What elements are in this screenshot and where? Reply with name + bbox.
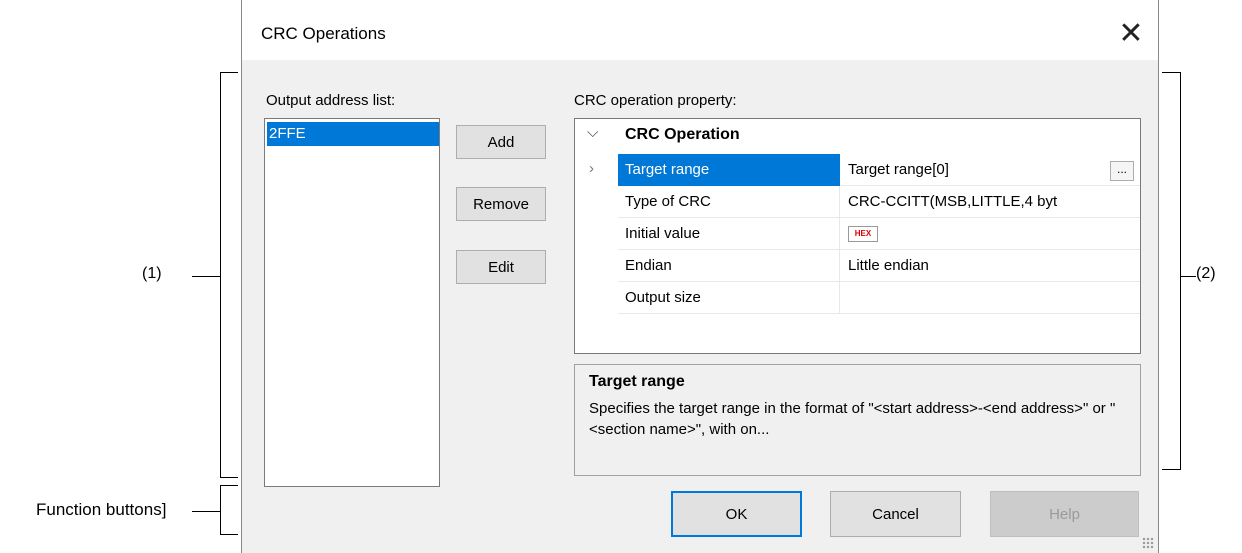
annotation-2-bracket-bottom (1162, 469, 1180, 470)
annotation-function-bracket-top (220, 485, 238, 486)
property-value[interactable]: CRC-CCITT(MSB,LITTLE,4 byt (840, 186, 1140, 218)
close-icon[interactable]: ✕ (1114, 17, 1148, 51)
property-row-initial-value[interactable]: Initial value HEX (575, 218, 1140, 250)
add-button[interactable]: Add (456, 125, 546, 159)
annotation-1-line (192, 276, 220, 277)
property-value[interactable] (840, 282, 1140, 314)
property-name[interactable]: Output size (618, 282, 840, 314)
property-name[interactable]: Initial value (618, 218, 840, 250)
cancel-button[interactable]: Cancel (830, 491, 961, 537)
annotation-function-bracket-bottom (220, 534, 238, 535)
ok-button[interactable]: OK (671, 491, 802, 537)
property-description-panel: Target range Specifies the target range … (574, 364, 1141, 476)
list-item[interactable]: 2FFE (267, 122, 439, 146)
output-address-list-label: Output address list: (266, 92, 396, 109)
annotation-2: (2) (1196, 265, 1216, 282)
title-bar: CRC Operations ✕ (242, 0, 1158, 60)
property-name[interactable]: Endian (618, 250, 840, 282)
annotation-2-bracket (1180, 72, 1181, 470)
remove-button[interactable]: Remove (456, 187, 546, 221)
hex-icon: HEX (848, 226, 878, 243)
description-text: Specifies the target range in the format… (589, 400, 1116, 438)
crc-operations-dialog: CRC Operations ✕ Output address list: 2F… (241, 0, 1159, 553)
category-label: CRC Operation (625, 126, 740, 143)
dialog-title: CRC Operations (261, 24, 386, 43)
annotation-1: (1) (142, 265, 162, 282)
ellipsis-button[interactable]: ... (1110, 161, 1134, 181)
annotation-1-bracket (220, 72, 221, 478)
annotation-function-line (192, 511, 220, 512)
chevron-right-icon[interactable]: › (589, 160, 594, 177)
target-range-value: Target range[0] (848, 161, 949, 178)
property-row-endian[interactable]: Endian Little endian (575, 250, 1140, 282)
description-title: Target range (589, 373, 685, 390)
property-row-output-size[interactable]: Output size (575, 282, 1140, 314)
annotation-function-buttons: Function buttons] (36, 500, 167, 519)
edit-button[interactable]: Edit (456, 250, 546, 284)
property-name[interactable]: Type of CRC (618, 186, 840, 218)
property-name[interactable]: Target range (618, 154, 840, 186)
annotation-2-line (1180, 276, 1196, 277)
property-value[interactable]: HEX (840, 218, 1140, 250)
property-grid: ⌵ CRC Operation › Target range Target ra… (574, 118, 1141, 354)
property-row-target-range[interactable]: › Target range Target range[0] ... (575, 154, 1140, 186)
resize-grip-icon[interactable] (1142, 537, 1154, 549)
annotation-2-bracket-top (1162, 72, 1180, 73)
category-row[interactable]: ⌵ CRC Operation (575, 124, 1140, 148)
help-button[interactable]: Help (990, 491, 1139, 537)
crc-operation-property-label: CRC operation property: (574, 92, 737, 109)
property-row-type-of-crc[interactable]: Type of CRC CRC-CCITT(MSB,LITTLE,4 byt (575, 186, 1140, 218)
annotation-1-bracket-bottom (220, 477, 238, 478)
property-value[interactable]: Little endian (840, 250, 1140, 282)
chevron-down-icon[interactable]: ⌵ (587, 124, 598, 141)
annotation-function-bracket (220, 485, 221, 535)
property-value[interactable]: Target range[0] ... (840, 154, 1140, 186)
annotation-1-bracket-top (220, 72, 238, 73)
output-address-list[interactable]: 2FFE (264, 118, 440, 487)
